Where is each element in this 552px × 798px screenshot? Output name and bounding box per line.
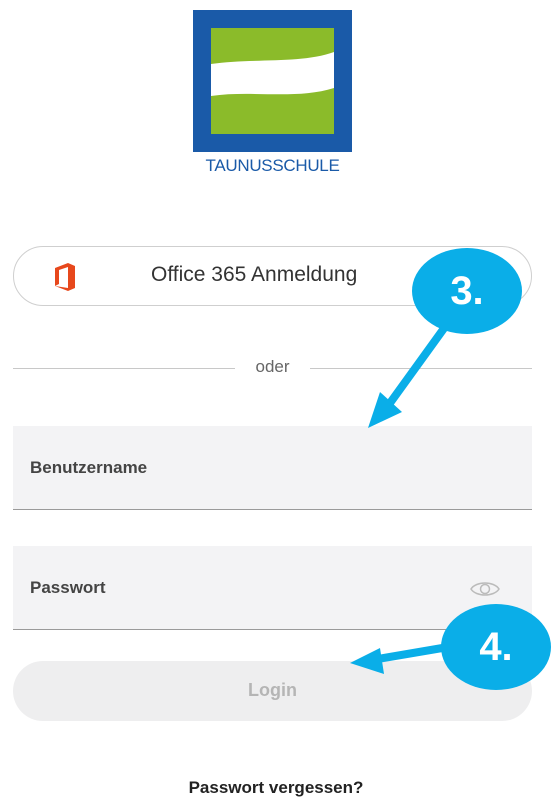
- office-logo-icon: [55, 263, 75, 291]
- school-logo: TAUNUSSCHULE: [193, 10, 352, 178]
- eye-icon[interactable]: [470, 580, 500, 598]
- login-button-label: Login: [248, 680, 297, 700]
- divider-line-left: [13, 368, 235, 369]
- username-field[interactable]: Benutzername: [13, 426, 532, 510]
- divider-text: oder: [255, 357, 290, 376]
- username-placeholder: Benutzername: [30, 458, 148, 477]
- divider-line-right: [310, 368, 532, 369]
- office365-button-label: Office 365 Anmeldung: [151, 263, 358, 286]
- step-3-badge: 3.: [412, 248, 522, 334]
- step-4-badge: 4.: [441, 604, 551, 690]
- arrow-step3: [368, 316, 454, 428]
- logo-text: TAUNUSSCHULE: [205, 156, 340, 175]
- password-placeholder: Passwort: [30, 578, 106, 597]
- logo-wave-graphic: [211, 28, 334, 134]
- logo-emblem: [211, 28, 334, 134]
- logo-frame: [193, 10, 352, 152]
- forgot-password-link[interactable]: Passwort vergessen?: [0, 778, 552, 798]
